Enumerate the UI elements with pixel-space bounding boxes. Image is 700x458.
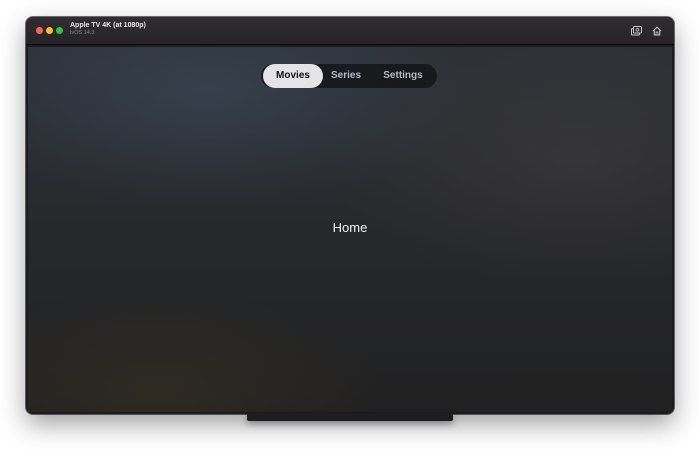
zoom-button[interactable] bbox=[56, 27, 63, 34]
tab-settings[interactable]: Settings bbox=[371, 64, 435, 88]
window-title: Apple TV 4K (at 1080p) bbox=[70, 22, 146, 29]
minimize-button[interactable] bbox=[46, 27, 53, 34]
window-title-block: Apple TV 4K (at 1080p) tvOS 14.3 bbox=[70, 22, 146, 37]
window-subtitle: tvOS 14.3 bbox=[70, 30, 95, 36]
home-icon[interactable] bbox=[650, 24, 663, 37]
tab-movies[interactable]: Movies bbox=[263, 64, 323, 88]
title-bar[interactable]: Apple TV 4K (at 1080p) tvOS 14.3 bbox=[26, 17, 674, 45]
home-label: Home bbox=[332, 220, 368, 235]
tab-bar: Movies Series Settings bbox=[261, 64, 437, 88]
tab-series[interactable]: Series bbox=[325, 64, 367, 88]
tv-stand bbox=[247, 413, 453, 421]
tv-screen: Movies Series Settings Home bbox=[28, 47, 672, 412]
close-button[interactable] bbox=[36, 27, 43, 34]
simulator-window: Apple TV 4K (at 1080p) tvOS 14.3 Movies … bbox=[26, 17, 674, 414]
screenshot-icon[interactable] bbox=[630, 24, 643, 37]
